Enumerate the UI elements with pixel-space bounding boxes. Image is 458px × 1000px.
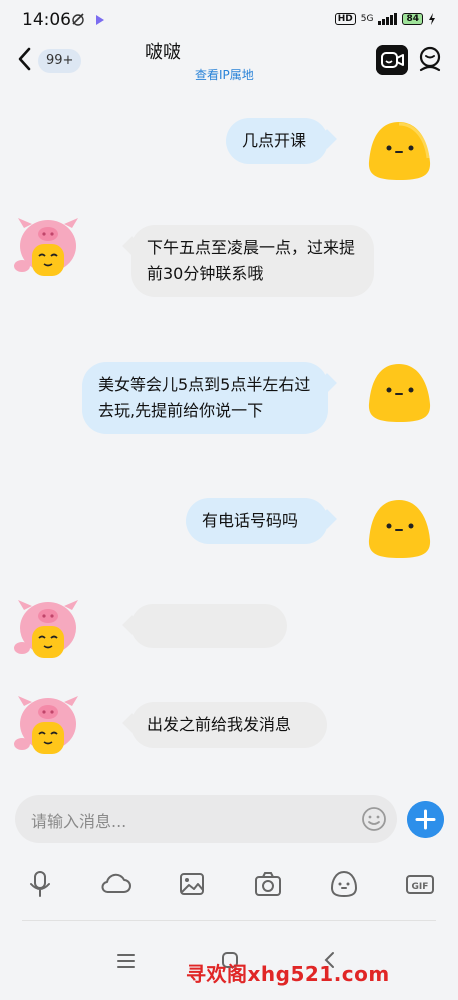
message-text: 下午五点至凌晨一点，过来提前30分钟联系哦 [147, 238, 356, 283]
notification-icons [70, 12, 110, 32]
my-avatar[interactable] [366, 118, 432, 184]
status-bar: 14:06 HD 5G 84 [0, 0, 458, 40]
svg-text:GIF: GIF [412, 882, 429, 892]
contact-name: 啵啵 [145, 42, 181, 63]
unread-badge[interactable]: 99+ [38, 49, 82, 73]
contact-avatar[interactable] [12, 692, 78, 758]
camera-icon[interactable] [252, 868, 284, 900]
signal-icon [378, 13, 398, 25]
message-bubble-contact[interactable]: 下午五点至凌晨一点，过来提前30分钟联系哦 [122, 225, 374, 297]
message-text: 几点开课 [242, 131, 307, 150]
sticker-icon[interactable] [328, 868, 360, 900]
message-bubble-contact[interactable] [122, 604, 287, 648]
view-ip-link[interactable]: 查看IP属地 [195, 66, 254, 83]
chat-header: 99+ 啵啵 查看IP属地 [0, 38, 458, 88]
divider [22, 920, 436, 921]
message-text: 有电话号码吗 [202, 511, 299, 530]
message-bubble-mine[interactable]: 美女等会儿5点到5点半左右过去玩,先提前给你说一下 [82, 362, 337, 434]
status-right: HD 5G 84 [334, 13, 436, 25]
my-avatar[interactable] [366, 360, 432, 426]
message-text: 出发之前给我发消息 [147, 715, 292, 734]
battery-level: 84 [402, 13, 423, 25]
message-bubble-mine[interactable]: 有电话号码吗 [186, 498, 337, 544]
chat-toolbar: GIF [0, 868, 458, 904]
gif-icon[interactable]: GIF [404, 868, 436, 900]
message-input[interactable]: 请输入消息... [15, 795, 397, 843]
microphone-icon[interactable] [24, 868, 56, 900]
message-text: 美女等会儿5点到5点半左右过去玩,先提前给你说一下 [98, 375, 311, 420]
menu-icon[interactable] [116, 952, 136, 970]
cloud-icon[interactable] [100, 868, 132, 900]
message-bubble-mine[interactable]: 几点开课 [226, 118, 337, 164]
contact-avatar[interactable] [12, 596, 78, 662]
emoji-icon[interactable] [361, 806, 387, 832]
mute-icon [72, 13, 104, 26]
hd-indicator: HD [334, 13, 356, 25]
video-call-icon[interactable] [376, 45, 408, 75]
image-icon[interactable] [176, 868, 208, 900]
contact-avatar[interactable] [12, 214, 78, 280]
status-time: 14:06 [22, 10, 71, 30]
profile-icon[interactable] [417, 45, 443, 73]
charging-icon [429, 13, 435, 25]
add-button[interactable] [407, 801, 444, 838]
watermark: 寻欢阁xhg521.com [186, 962, 390, 986]
my-avatar[interactable] [366, 496, 432, 562]
message-bubble-contact[interactable]: 出发之前给我发消息 [122, 702, 327, 748]
back-arrow-icon[interactable] [14, 46, 36, 72]
message-input-placeholder: 请输入消息... [31, 812, 127, 831]
network-label: 5G [360, 14, 374, 24]
